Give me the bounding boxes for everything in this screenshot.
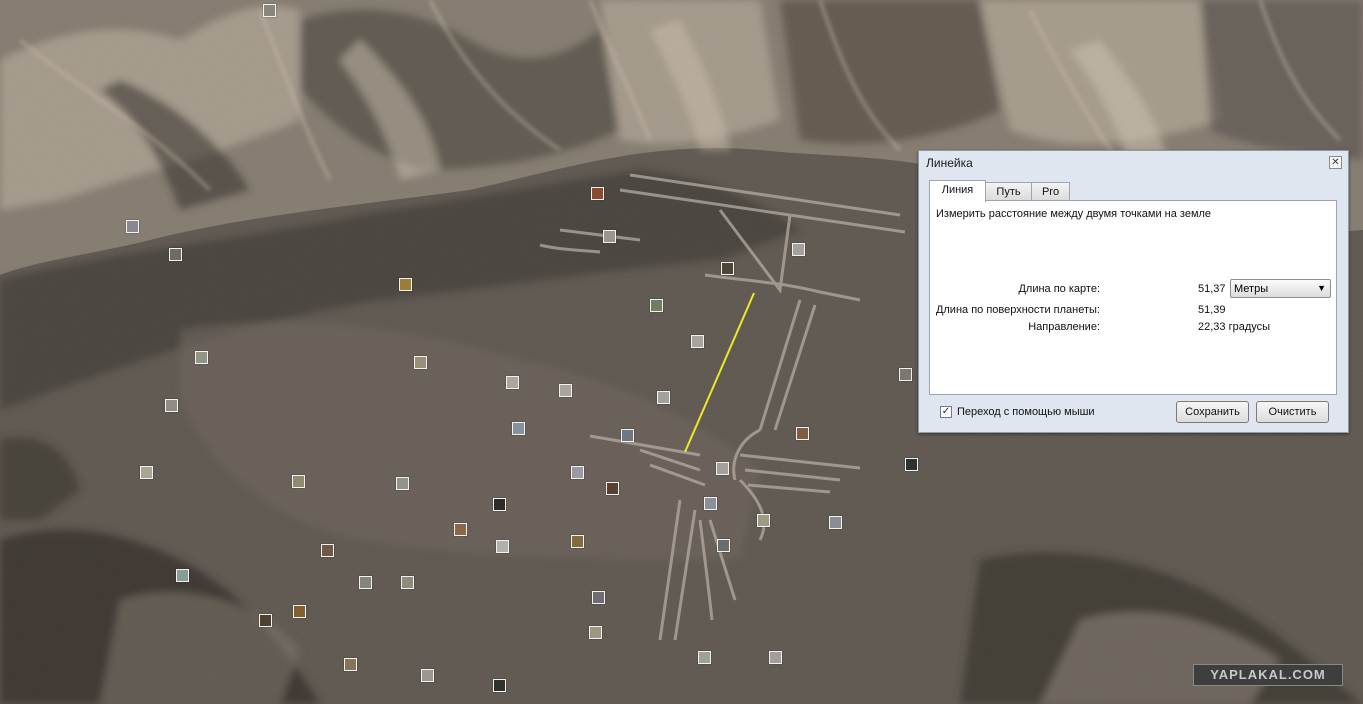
photo-thumbnail-icon[interactable] xyxy=(165,399,178,412)
photo-thumbnail-icon[interactable] xyxy=(899,368,912,381)
save-button[interactable]: Сохранить xyxy=(1176,401,1249,423)
photo-thumbnail-icon[interactable] xyxy=(657,391,670,404)
photo-thumbnail-icon[interactable] xyxy=(126,220,139,233)
tab-pro[interactable]: Pro xyxy=(1031,182,1070,201)
photo-thumbnail-icon[interactable] xyxy=(717,539,730,552)
photo-thumbnail-icon[interactable] xyxy=(454,523,467,536)
photo-thumbnail-icon[interactable] xyxy=(571,466,584,479)
dialog-titlebar[interactable]: Линейка ✕ xyxy=(919,151,1348,174)
photo-thumbnail-icon[interactable] xyxy=(344,658,357,671)
photo-thumbnail-icon[interactable] xyxy=(401,576,414,589)
photo-thumbnail-icon[interactable] xyxy=(792,243,805,256)
chevron-down-icon: ▼ xyxy=(1317,283,1326,293)
photo-thumbnail-icon[interactable] xyxy=(829,516,842,529)
photo-thumbnail-icon[interactable] xyxy=(169,248,182,261)
dialog-title: Линейка xyxy=(926,156,973,170)
photo-thumbnail-icon[interactable] xyxy=(493,679,506,692)
mouse-navigation-label: Переход с помощью мыши xyxy=(957,406,1095,418)
photo-thumbnail-icon[interactable] xyxy=(591,187,604,200)
photo-thumbnail-icon[interactable] xyxy=(292,475,305,488)
photo-thumbnail-icon[interactable] xyxy=(592,591,605,604)
ground-length-value: 51,39 xyxy=(1198,304,1226,316)
ground-length-label: Длина по поверхности планеты: xyxy=(935,304,1100,316)
units-select[interactable]: Метры ▼ xyxy=(1230,279,1331,298)
photo-thumbnail-icon[interactable] xyxy=(259,614,272,627)
photo-thumbnail-icon[interactable] xyxy=(414,356,427,369)
photo-thumbnail-icon[interactable] xyxy=(698,651,711,664)
heading-value: 22,33 градусы xyxy=(1198,321,1271,333)
photo-thumbnail-icon[interactable] xyxy=(263,4,276,17)
photo-thumbnail-icon[interactable] xyxy=(606,482,619,495)
photo-thumbnail-icon[interactable] xyxy=(399,278,412,291)
photo-thumbnail-icon[interactable] xyxy=(293,605,306,618)
photo-thumbnail-icon[interactable] xyxy=(140,466,153,479)
photo-thumbnail-icon[interactable] xyxy=(493,498,506,511)
panel-description: Измерить расстояние между двумя точками … xyxy=(936,208,1212,220)
close-icon[interactable]: ✕ xyxy=(1329,156,1342,169)
photo-thumbnail-icon[interactable] xyxy=(421,669,434,682)
measure-panel: Измерить расстояние между двумя точками … xyxy=(929,200,1337,395)
photo-thumbnail-icon[interactable] xyxy=(571,535,584,548)
photo-thumbnail-icon[interactable] xyxy=(691,335,704,348)
photo-thumbnail-icon[interactable] xyxy=(621,429,634,442)
photo-thumbnail-icon[interactable] xyxy=(589,626,602,639)
photo-thumbnail-icon[interactable] xyxy=(321,544,334,557)
photo-thumbnail-icon[interactable] xyxy=(359,576,372,589)
photo-thumbnail-icon[interactable] xyxy=(603,230,616,243)
photo-thumbnail-icon[interactable] xyxy=(704,497,717,510)
photo-thumbnail-icon[interactable] xyxy=(769,651,782,664)
photo-thumbnail-icon[interactable] xyxy=(396,477,409,490)
tab-line[interactable]: Линия xyxy=(929,180,986,202)
photo-thumbnail-icon[interactable] xyxy=(195,351,208,364)
photo-thumbnail-icon[interactable] xyxy=(496,540,509,553)
map-length-label: Длина по карте: xyxy=(1018,283,1100,295)
clear-button[interactable]: Очистить xyxy=(1256,401,1329,423)
photo-thumbnail-icon[interactable] xyxy=(559,384,572,397)
map-length-value: 51,37 xyxy=(1198,283,1226,295)
tab-path[interactable]: Путь xyxy=(985,182,1032,201)
photo-thumbnail-icon[interactable] xyxy=(757,514,770,527)
photo-thumbnail-icon[interactable] xyxy=(512,422,525,435)
heading-label: Направление: xyxy=(1028,321,1100,333)
photo-thumbnail-icon[interactable] xyxy=(796,427,809,440)
photo-thumbnail-icon[interactable] xyxy=(650,299,663,312)
ruler-dialog: Линейка ✕ Линия Путь Pro Измерить рассто… xyxy=(918,150,1349,433)
units-selected: Метры xyxy=(1234,283,1269,295)
photo-thumbnail-icon[interactable] xyxy=(721,262,734,275)
photo-thumbnail-icon[interactable] xyxy=(506,376,519,389)
watermark-logo: YAPLAKAL.COM xyxy=(1193,664,1343,686)
photo-thumbnail-icon[interactable] xyxy=(176,569,189,582)
photo-thumbnail-icon[interactable] xyxy=(905,458,918,471)
photo-thumbnail-icon[interactable] xyxy=(716,462,729,475)
mouse-navigation-checkbox[interactable]: ✓ xyxy=(940,406,952,418)
